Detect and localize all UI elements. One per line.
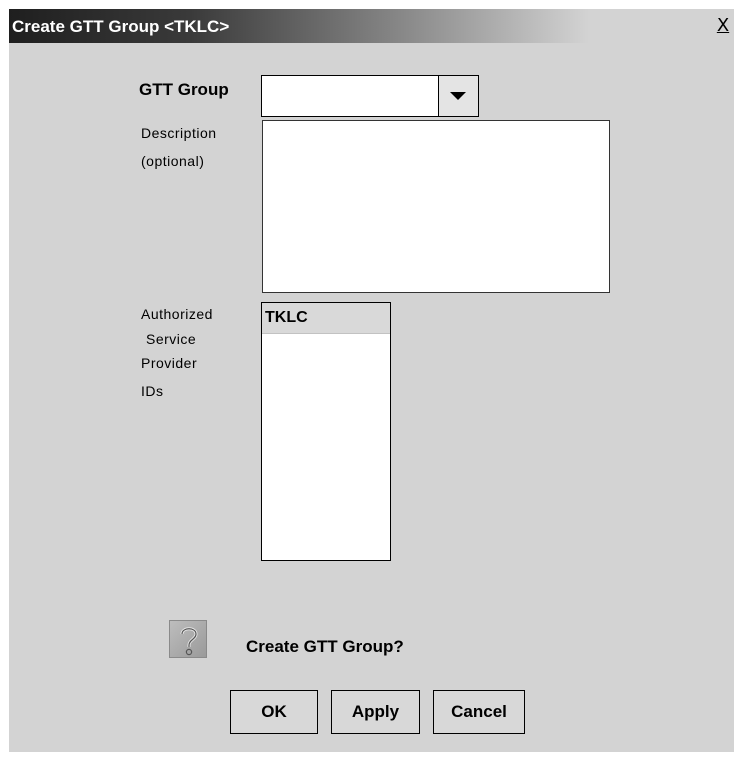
dialog-title: Create GTT Group <TKLC> [12,17,230,36]
service-provider-ids-list[interactable]: TKLC [261,302,391,561]
cancel-button[interactable]: Cancel [433,690,525,734]
list-item-tklc[interactable]: TKLC [262,303,390,334]
description-label: Description [141,125,217,141]
ok-button[interactable]: OK [230,690,318,734]
chevron-down-icon [450,92,466,100]
description-optional-label: (optional) [141,153,205,169]
close-button[interactable]: X [714,16,732,36]
ids-label: IDs [141,383,164,399]
gtt-group-dropdown-button[interactable] [438,76,478,116]
description-textarea[interactable] [262,120,610,293]
authorized-label: Authorized [141,306,213,322]
gtt-group-label: GTT Group [139,80,229,99]
gtt-group-combobox[interactable] [261,75,479,117]
apply-button[interactable]: Apply [331,690,420,734]
question-mark-icon [169,620,207,658]
service-label: Service [146,331,197,347]
title-bar[interactable]: Create GTT Group <TKLC> X [9,9,734,43]
provider-label: Provider [141,355,198,371]
confirm-message: Create GTT Group? [246,637,404,656]
create-gtt-group-dialog: Create GTT Group <TKLC> X GTT Group Desc… [9,9,734,752]
